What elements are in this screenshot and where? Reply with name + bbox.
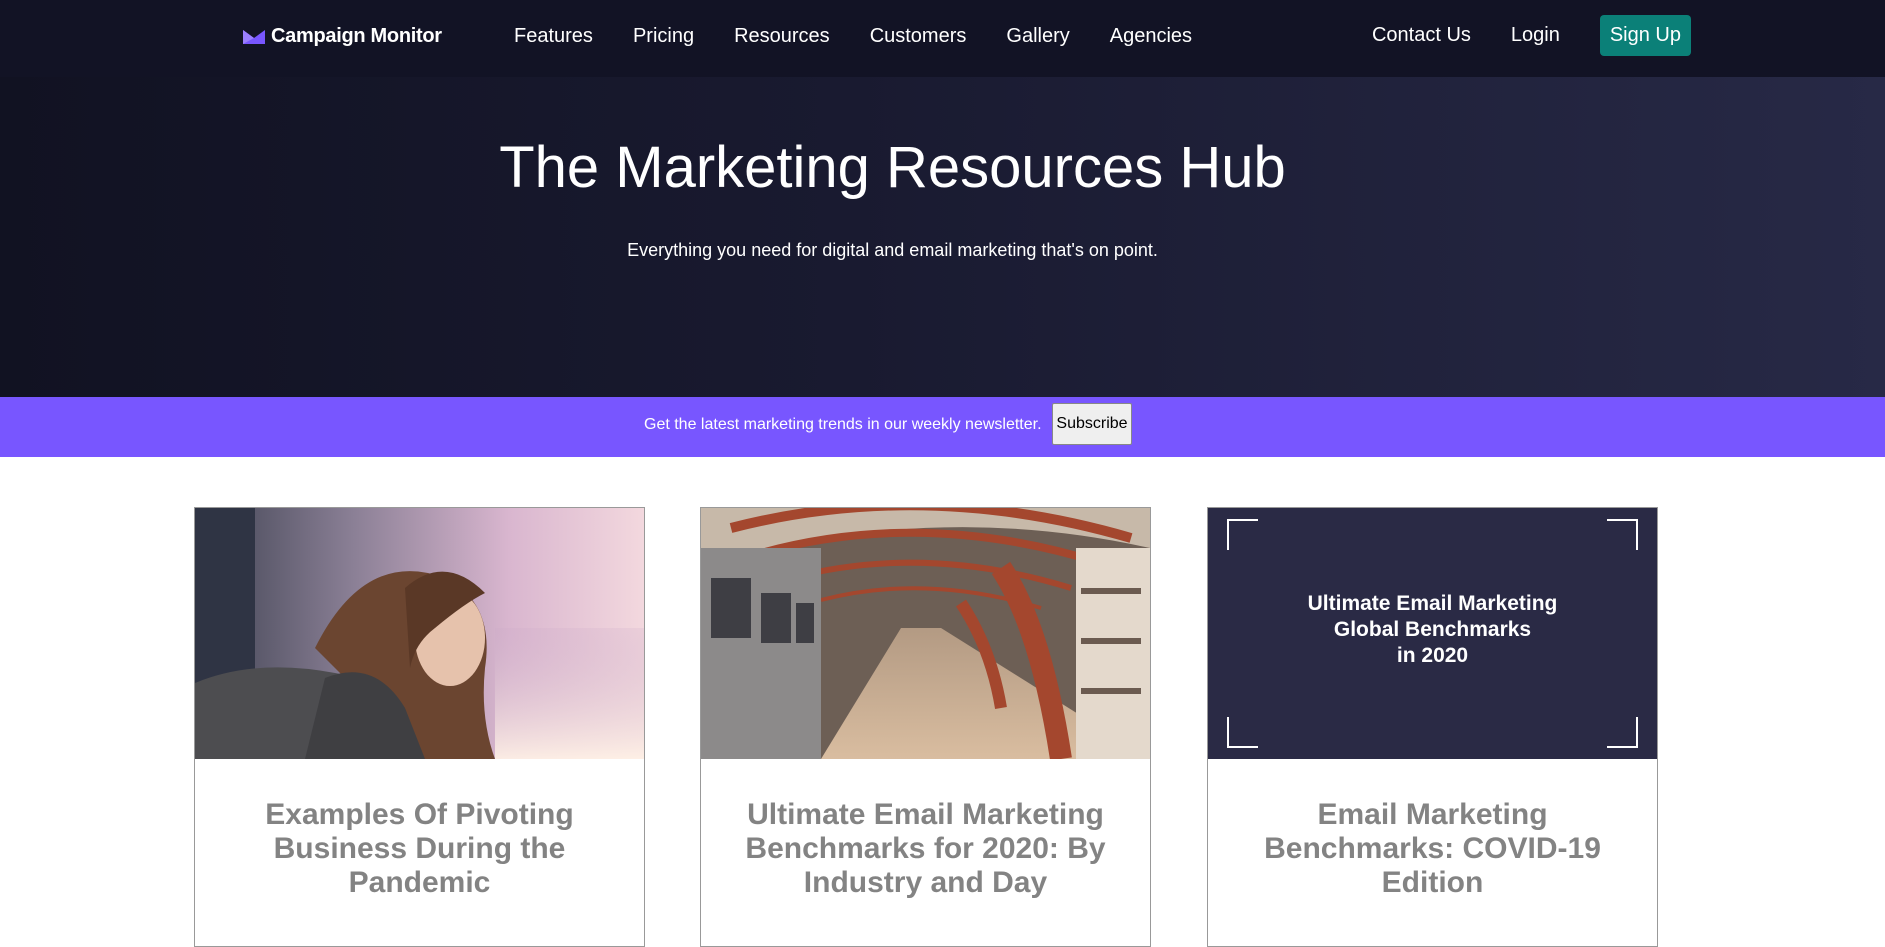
- card-title[interactable]: Ultimate Email Marketing Benchmarks for …: [741, 798, 1110, 900]
- card-title[interactable]: Examples Of Pivoting Business During the…: [235, 798, 604, 900]
- newsletter-text: Get the latest marketing trends in our w…: [644, 416, 1042, 433]
- subscribe-button[interactable]: Subscribe: [1052, 403, 1132, 445]
- account-nav: Contact Us Login Sign Up: [1372, 14, 1691, 56]
- nav-pricing[interactable]: Pricing: [633, 21, 694, 51]
- sign-up-button[interactable]: Sign Up: [1599, 14, 1691, 56]
- main-nav: Features Pricing Resources Customers Gal…: [514, 21, 1232, 51]
- nav-gallery[interactable]: Gallery: [1006, 21, 1069, 51]
- graphic-line-3: in 2020: [1397, 644, 1468, 667]
- graphic-line-1: Ultimate Email Marketing: [1308, 592, 1558, 615]
- top-navigation: Campaign Monitor Features Pricing Resour…: [0, 0, 1885, 77]
- nav-resources[interactable]: Resources: [734, 21, 830, 51]
- card-title[interactable]: Email Marketing Benchmarks: COVID-19 Edi…: [1248, 798, 1617, 900]
- resource-card-benchmarks-2020[interactable]: Ultimate Email Marketing Benchmarks for …: [700, 507, 1151, 947]
- login-link[interactable]: Login: [1511, 20, 1560, 50]
- hero-banner: The Marketing Resources Hub Everything y…: [0, 77, 1885, 397]
- campaign-monitor-logo[interactable]: Campaign Monitor: [243, 22, 442, 50]
- page-title: The Marketing Resources Hub: [499, 135, 1286, 200]
- nav-customers[interactable]: Customers: [870, 21, 967, 51]
- nav-agencies[interactable]: Agencies: [1110, 21, 1192, 51]
- hero-subtitle: Everything you need for digital and emai…: [627, 240, 1158, 260]
- benchmark-graphic: Ultimate Email Marketing Global Benchmar…: [1208, 508, 1657, 759]
- nav-features[interactable]: Features: [514, 21, 593, 51]
- envelope-logo-icon: [243, 30, 265, 44]
- contact-us-link[interactable]: Contact Us: [1372, 20, 1471, 50]
- newsletter-bar: Get the latest marketing trends in our w…: [0, 397, 1885, 457]
- woman-photo: [195, 508, 644, 759]
- subway-tunnel-photo: [701, 508, 1150, 759]
- brand-name: Campaign Monitor: [271, 24, 442, 47]
- resource-card-covid-benchmarks[interactable]: Ultimate Email Marketing Global Benchmar…: [1207, 507, 1658, 947]
- resource-card-pivoting[interactable]: Examples Of Pivoting Business During the…: [194, 507, 645, 947]
- graphic-line-2: Global Benchmarks: [1334, 618, 1531, 641]
